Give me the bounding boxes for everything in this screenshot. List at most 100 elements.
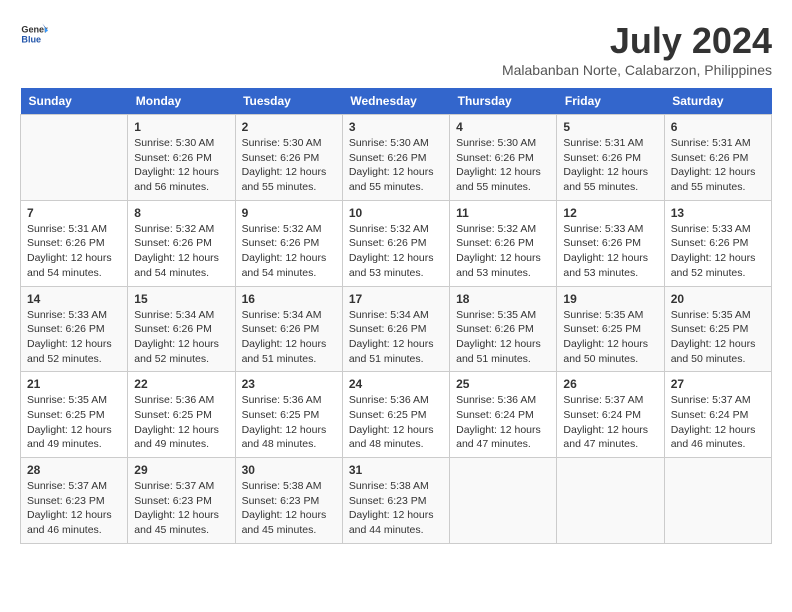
day-info: Sunrise: 5:30 AM Sunset: 6:26 PM Dayligh…	[134, 136, 228, 195]
day-number: 26	[563, 377, 657, 391]
calendar-cell: 10 Sunrise: 5:32 AM Sunset: 6:26 PM Dayli…	[342, 200, 449, 286]
day-info: Sunrise: 5:35 AM Sunset: 6:26 PM Dayligh…	[456, 308, 550, 367]
logo: General Blue	[20, 20, 48, 48]
calendar-week-row: 28 Sunrise: 5:37 AM Sunset: 6:23 PM Dayli…	[21, 458, 772, 544]
day-number: 15	[134, 292, 228, 306]
day-info: Sunrise: 5:32 AM Sunset: 6:26 PM Dayligh…	[456, 222, 550, 281]
day-number: 12	[563, 206, 657, 220]
day-number: 31	[349, 463, 443, 477]
day-info: Sunrise: 5:35 AM Sunset: 6:25 PM Dayligh…	[671, 308, 765, 367]
day-info: Sunrise: 5:31 AM Sunset: 6:26 PM Dayligh…	[27, 222, 121, 281]
day-info: Sunrise: 5:33 AM Sunset: 6:26 PM Dayligh…	[27, 308, 121, 367]
calendar-cell: 8Sunrise: 5:32 AM Sunset: 6:26 PM Daylig…	[128, 200, 235, 286]
day-number: 7	[27, 206, 121, 220]
day-info: Sunrise: 5:34 AM Sunset: 6:26 PM Dayligh…	[134, 308, 228, 367]
day-info: Sunrise: 5:36 AM Sunset: 6:24 PM Dayligh…	[456, 393, 550, 452]
calendar-cell: 18 Sunrise: 5:35 AM Sunset: 6:26 PM Dayli…	[450, 286, 557, 372]
weekday-header-tuesday: Tuesday	[235, 88, 342, 115]
calendar-week-row: 14 Sunrise: 5:33 AM Sunset: 6:26 PM Dayli…	[21, 286, 772, 372]
day-info: Sunrise: 5:33 AM Sunset: 6:26 PM Dayligh…	[671, 222, 765, 281]
calendar-cell: 26 Sunrise: 5:37 AM Sunset: 6:24 PM Dayli…	[557, 372, 664, 458]
day-number: 3	[349, 120, 443, 134]
day-number: 8	[134, 206, 228, 220]
day-number: 13	[671, 206, 765, 220]
day-number: 25	[456, 377, 550, 391]
day-number: 21	[27, 377, 121, 391]
day-info: Sunrise: 5:37 AM Sunset: 6:23 PM Dayligh…	[134, 479, 228, 538]
day-number: 18	[456, 292, 550, 306]
day-info: Sunrise: 5:34 AM Sunset: 6:26 PM Dayligh…	[242, 308, 336, 367]
day-number: 24	[349, 377, 443, 391]
day-info: Sunrise: 5:32 AM Sunset: 6:26 PM Dayligh…	[349, 222, 443, 281]
day-number: 23	[242, 377, 336, 391]
calendar-cell: 13 Sunrise: 5:33 AM Sunset: 6:26 PM Dayli…	[664, 200, 771, 286]
calendar-cell: 9 Sunrise: 5:32 AM Sunset: 6:26 PM Daylig…	[235, 200, 342, 286]
day-number: 4	[456, 120, 550, 134]
day-number: 29	[134, 463, 228, 477]
calendar-cell: 25 Sunrise: 5:36 AM Sunset: 6:24 PM Dayli…	[450, 372, 557, 458]
day-info: Sunrise: 5:36 AM Sunset: 6:25 PM Dayligh…	[134, 393, 228, 452]
calendar-cell: 11 Sunrise: 5:32 AM Sunset: 6:26 PM Dayli…	[450, 200, 557, 286]
day-info: Sunrise: 5:36 AM Sunset: 6:25 PM Dayligh…	[242, 393, 336, 452]
day-info: Sunrise: 5:35 AM Sunset: 6:25 PM Dayligh…	[27, 393, 121, 452]
day-info: Sunrise: 5:38 AM Sunset: 6:23 PM Dayligh…	[349, 479, 443, 538]
calendar-cell: 5 Sunrise: 5:31 AM Sunset: 6:26 PM Daylig…	[557, 115, 664, 201]
weekday-header-monday: Monday	[128, 88, 235, 115]
day-number: 30	[242, 463, 336, 477]
day-number: 10	[349, 206, 443, 220]
day-info: Sunrise: 5:34 AM Sunset: 6:26 PM Dayligh…	[349, 308, 443, 367]
calendar-cell: 12Sunrise: 5:33 AM Sunset: 6:26 PM Dayli…	[557, 200, 664, 286]
day-info: Sunrise: 5:37 AM Sunset: 6:24 PM Dayligh…	[563, 393, 657, 452]
calendar-cell: 28 Sunrise: 5:37 AM Sunset: 6:23 PM Dayli…	[21, 458, 128, 544]
day-info: Sunrise: 5:36 AM Sunset: 6:25 PM Dayligh…	[349, 393, 443, 452]
day-info: Sunrise: 5:37 AM Sunset: 6:24 PM Dayligh…	[671, 393, 765, 452]
calendar-cell: 19Sunrise: 5:35 AM Sunset: 6:25 PM Dayli…	[557, 286, 664, 372]
calendar-cell	[450, 458, 557, 544]
day-info: Sunrise: 5:31 AM Sunset: 6:26 PM Dayligh…	[563, 136, 657, 195]
calendar-cell: 7 Sunrise: 5:31 AM Sunset: 6:26 PM Daylig…	[21, 200, 128, 286]
svg-text:Blue: Blue	[21, 34, 41, 44]
day-number: 22	[134, 377, 228, 391]
title-area: July 2024 Malabanban Norte, Calabarzon, …	[502, 20, 772, 78]
calendar-cell: 4 Sunrise: 5:30 AM Sunset: 6:26 PM Daylig…	[450, 115, 557, 201]
day-info: Sunrise: 5:37 AM Sunset: 6:23 PM Dayligh…	[27, 479, 121, 538]
day-number: 17	[349, 292, 443, 306]
calendar-title: July 2024	[502, 20, 772, 62]
weekday-header-thursday: Thursday	[450, 88, 557, 115]
day-number: 14	[27, 292, 121, 306]
calendar-cell	[557, 458, 664, 544]
page-header: General Blue July 2024 Malabanban Norte,…	[20, 20, 772, 78]
calendar-cell: 2 Sunrise: 5:30 AM Sunset: 6:26 PM Daylig…	[235, 115, 342, 201]
calendar-cell: 23 Sunrise: 5:36 AM Sunset: 6:25 PM Dayli…	[235, 372, 342, 458]
weekday-header-sunday: Sunday	[21, 88, 128, 115]
day-info: Sunrise: 5:30 AM Sunset: 6:26 PM Dayligh…	[242, 136, 336, 195]
calendar-week-row: 21 Sunrise: 5:35 AM Sunset: 6:25 PM Dayli…	[21, 372, 772, 458]
day-number: 20	[671, 292, 765, 306]
day-number: 1	[134, 120, 228, 134]
calendar-subtitle: Malabanban Norte, Calabarzon, Philippine…	[502, 62, 772, 78]
calendar-cell: 29 Sunrise: 5:37 AM Sunset: 6:23 PM Dayli…	[128, 458, 235, 544]
weekday-header-wednesday: Wednesday	[342, 88, 449, 115]
day-number: 11	[456, 206, 550, 220]
calendar-cell: 27 Sunrise: 5:37 AM Sunset: 6:24 PM Dayli…	[664, 372, 771, 458]
day-number: 9	[242, 206, 336, 220]
calendar-cell: 15 Sunrise: 5:34 AM Sunset: 6:26 PM Dayli…	[128, 286, 235, 372]
day-info: Sunrise: 5:30 AM Sunset: 6:26 PM Dayligh…	[456, 136, 550, 195]
day-number: 2	[242, 120, 336, 134]
calendar-cell: 1 Sunrise: 5:30 AM Sunset: 6:26 PM Daylig…	[128, 115, 235, 201]
calendar-week-row: 1 Sunrise: 5:30 AM Sunset: 6:26 PM Daylig…	[21, 115, 772, 201]
day-number: 6	[671, 120, 765, 134]
day-number: 19	[563, 292, 657, 306]
calendar-cell: 22 Sunrise: 5:36 AM Sunset: 6:25 PM Dayli…	[128, 372, 235, 458]
calendar-cell: 30Sunrise: 5:38 AM Sunset: 6:23 PM Dayli…	[235, 458, 342, 544]
logo-icon: General Blue	[20, 20, 48, 48]
day-number: 27	[671, 377, 765, 391]
day-number: 28	[27, 463, 121, 477]
calendar-cell: 3Sunrise: 5:30 AM Sunset: 6:26 PM Daylig…	[342, 115, 449, 201]
calendar-cell	[21, 115, 128, 201]
day-info: Sunrise: 5:32 AM Sunset: 6:26 PM Dayligh…	[242, 222, 336, 281]
day-number: 5	[563, 120, 657, 134]
day-info: Sunrise: 5:31 AM Sunset: 6:26 PM Dayligh…	[671, 136, 765, 195]
calendar-cell: 31 Sunrise: 5:38 AM Sunset: 6:23 PM Dayli…	[342, 458, 449, 544]
calendar-cell: 20 Sunrise: 5:35 AM Sunset: 6:25 PM Dayli…	[664, 286, 771, 372]
